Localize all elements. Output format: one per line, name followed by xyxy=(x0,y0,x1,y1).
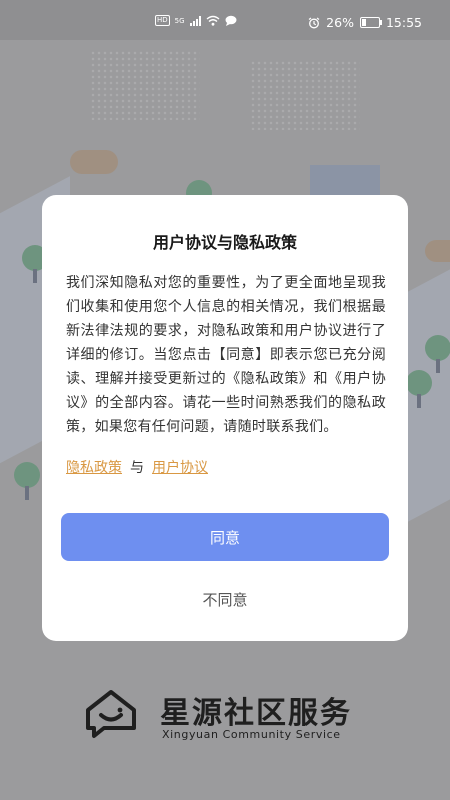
cloud-shape xyxy=(425,240,450,262)
network-type-label: 5G xyxy=(174,16,185,25)
signal-icon xyxy=(189,15,201,26)
cloud-shape xyxy=(70,150,118,174)
battery-icon xyxy=(359,17,382,28)
user-agreement-link[interactable]: 用户协议 xyxy=(152,460,208,476)
privacy-dialog: 用户协议与隐私政策 我们深知隐私对您的重要性，为了更全面地呈现我们收集和使用您个… xyxy=(42,195,408,641)
link-separator: 与 xyxy=(130,460,144,476)
clock-time: 15:55 xyxy=(385,15,422,30)
alarm-icon xyxy=(308,17,320,28)
background-dots xyxy=(250,60,360,130)
status-bar: HD 5G 26% 15:55 xyxy=(0,0,450,44)
privacy-policy-link[interactable]: 隐私政策 xyxy=(66,460,122,476)
hd-badge: HD xyxy=(155,15,170,26)
policy-links: 隐私政策与用户协议 xyxy=(66,457,208,477)
brand-logo: 星源社区服务 Xingyuan Community Service xyxy=(82,688,382,748)
status-network: HD 5G xyxy=(155,15,237,26)
house-chat-logo-icon xyxy=(86,690,136,738)
dialog-body-text: 我们深知隐私对您的重要性，为了更全面地呈现我们收集和使用您个人信息的相关情况，我… xyxy=(66,275,386,435)
battery-percent: 26% xyxy=(326,15,354,30)
dialog-title: 用户协议与隐私政策 xyxy=(152,233,297,252)
status-system: 26% 15:55 xyxy=(308,15,422,30)
background-dots xyxy=(90,50,200,120)
brand-name: 星源社区服务 xyxy=(160,696,352,731)
disagree-button[interactable]: 不同意 xyxy=(42,589,408,610)
agree-button[interactable]: 同意 xyxy=(61,513,389,561)
message-icon xyxy=(225,15,237,26)
wifi-icon xyxy=(206,15,219,26)
brand-subtitle: Xingyuan Community Service xyxy=(162,728,341,741)
